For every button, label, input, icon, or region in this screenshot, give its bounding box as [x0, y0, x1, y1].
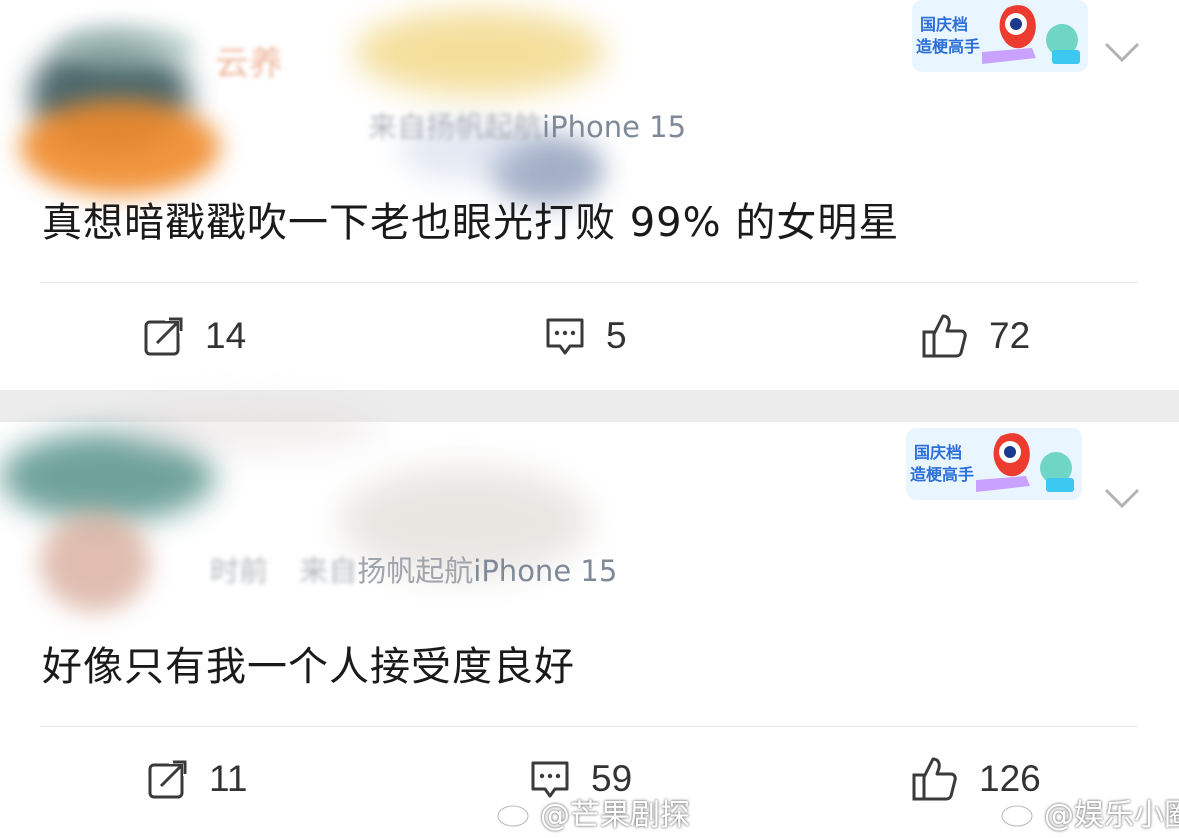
- badge-line1: 国庆档: [920, 15, 968, 34]
- like-count: 72: [989, 315, 1031, 356]
- badge-line1: 国庆档: [914, 443, 962, 462]
- event-badge[interactable]: 国庆档 造梗高手: [906, 428, 1082, 500]
- username[interactable]: 云养: [215, 36, 283, 85]
- like-icon: [912, 757, 957, 801]
- repost-count: 11: [209, 758, 248, 799]
- like-button[interactable]: 72: [921, 311, 1030, 361]
- meta-from: 来自: [368, 110, 427, 144]
- repost-button[interactable]: 11: [147, 754, 247, 804]
- badge-line2: 造梗高手: [916, 37, 980, 56]
- chevron-down-icon[interactable]: [1102, 32, 1142, 72]
- comment-icon: [546, 318, 584, 355]
- divider: [40, 282, 1138, 283]
- weibo-logo-icon: [496, 800, 534, 828]
- post-meta: 时前 来自扬帆起航iPhone 15: [210, 548, 617, 590]
- event-badge[interactable]: 国庆档 造梗高手: [912, 0, 1088, 72]
- meta-device: iPhone 15: [473, 554, 618, 588]
- meta-device: iPhone 15: [542, 110, 687, 144]
- repost-icon: [144, 315, 185, 356]
- post-content: 好像只有我一个人接受度良好: [42, 644, 575, 690]
- repost-icon: [148, 758, 189, 799]
- watermark: @娱乐小圈: [1000, 790, 1179, 834]
- like-icon: [922, 314, 967, 358]
- post-content: 真想暗戳戳吹一下老也眼光打败 99% 的女明星: [42, 200, 900, 246]
- post-meta: 来自扬帆起航iPhone 15: [368, 104, 686, 146]
- chevron-down-icon[interactable]: [1102, 478, 1142, 518]
- comment-button[interactable]: 5: [544, 311, 627, 361]
- watermark-text: @娱乐小圈: [1044, 798, 1179, 833]
- watermark-text: @芒果剧探: [540, 798, 690, 833]
- post-card: 云养 来自扬帆起航iPhone 15 真想暗戳戳吹一下老也眼光打败 99% 的女…: [0, 0, 1179, 390]
- post-card: 时前 来自扬帆起航iPhone 15 好像只有我一个人接受度良好 国庆档 造梗高…: [0, 402, 1179, 838]
- weibo-logo-icon: [1000, 800, 1038, 828]
- meta-source[interactable]: 扬帆起航: [357, 554, 473, 588]
- watermark: @芒果剧探: [496, 790, 690, 834]
- repost-count: 14: [205, 315, 247, 356]
- meta-time: 时前: [210, 554, 269, 588]
- repost-button[interactable]: 14: [143, 311, 246, 361]
- meta-source[interactable]: 扬帆起航: [426, 110, 542, 144]
- divider: [40, 726, 1138, 727]
- meta-from: 来自: [299, 554, 358, 588]
- comment-count: 5: [606, 315, 627, 356]
- badge-line2: 造梗高手: [910, 465, 974, 484]
